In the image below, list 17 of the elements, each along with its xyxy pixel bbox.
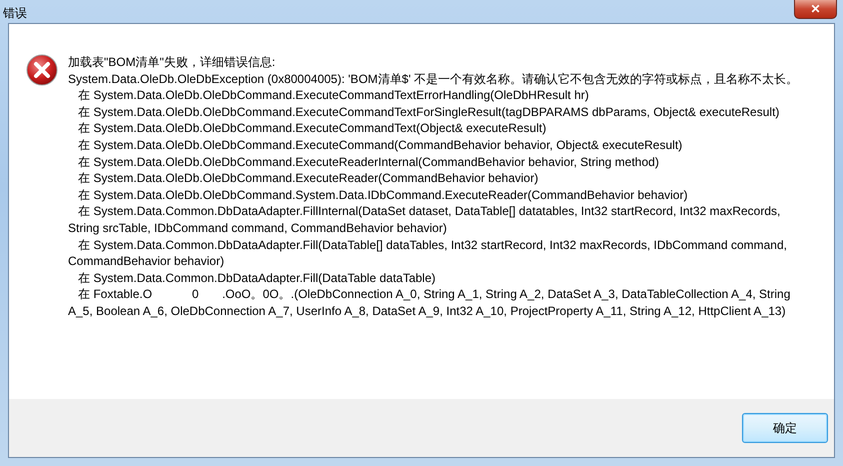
error-detail-line: 在 System.Data.OleDb.OleDbCommand.ExecuteCommandTextForSingleResult(tagDBPARAMS dbParams, Object& executeResult): [77, 104, 780, 120]
error-detail-line: 在 System.Data.Common.DbDataAdapter.Fill(DataTable dataTable): [77, 270, 437, 286]
error-detail-line: 在 System.Data.OleDb.OleDbCommand.System.Data.IDbCommand.ExecuteReader(CommandBehavior behavior): [77, 186, 689, 204]
error-detail-line: 在 System.Data.OleDb.OleDbCommand.ExecuteCommandText(Object& executeResult): [77, 120, 548, 137]
error-detail-line: 在 System.Data.Common.DbDataAdapter.FillInternal(DataSet dataset, DataTable[] datatables, Int32 startRecord, Int32 maxRecords, String srcTable, IDbCommand command, CommandBehavior behavior): [68, 203, 782, 237]
error-detail-line: 在 System.Data.OleDb.OleDbCommand.ExecuteCommandTextErrorHandling(OleDbHResult hr): [77, 87, 590, 104]
error-detail-line: 在 System.Data.OleDb.OleDbCommand.ExecuteCommand(CommandBehavior behavior, Object& executeResult): [77, 136, 684, 154]
error-detail-line: 在 System.Data.OleDb.OleDbCommand.ExecuteReaderInternal(CommandBehavior behavior, String method): [77, 154, 660, 170]
error-detail-line: 在 Foxtable.O 0 .OoO。0O。.(OleDbConnection A_0, String A_1, String A_2, DataSet A_3, DataTableCollection A_4, String A_5, Boolean A_6, OleDbConnection A_7, UserInfo A_8, DataSet A_9, Int32 A_10, ProjectProperty A_11, String A_12, HttpClient A_13): [68, 286, 792, 320]
error-detail-line: 在 System.Data.OleDb.OleDbCommand.ExecuteReader(CommandBehavior behavior): [77, 170, 540, 187]
error-detail-line: System.Data.OleDb.OleDbException (0x80004005): 'BOM清单$' 不是一个有效名称。请确认它不包含无效的字符或标点，且名称不太长。: [68, 70, 800, 88]
error-detail-line: 在 System.Data.Common.DbDataAdapter.Fill(DataTable[] dataTables, Int32 startRecord, Int32 maxRecords, IDbCommand command, CommandBehavior behavior): [68, 236, 788, 270]
close-button[interactable]: ✕: [794, 0, 837, 19]
error-icon: [26, 54, 58, 86]
ok-button[interactable]: 确定: [742, 413, 828, 443]
error-heading: 加载表"BOM清单"失败，详细错误信息:: [68, 54, 276, 71]
window-title: 错误: [3, 5, 27, 22]
